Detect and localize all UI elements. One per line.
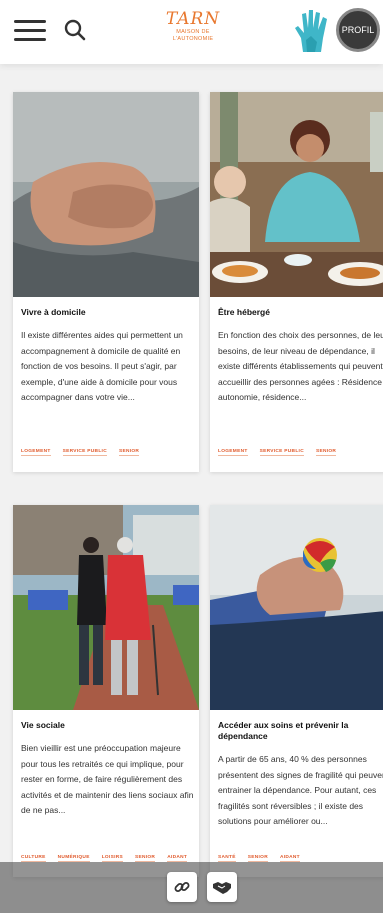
logo-subtitle-1: MAISON DE xyxy=(176,29,210,35)
menu-icon[interactable] xyxy=(14,20,46,42)
logo-subtitle-2: L'AUTONOMIE xyxy=(172,36,214,42)
card-image-holding-hands xyxy=(13,92,199,297)
tag-link[interactable]: SERVICE PUBLIC xyxy=(62,449,107,456)
card-excerpt: En fonction des choix des personnes, de … xyxy=(218,330,383,403)
card-acceder-aux-soins[interactable]: Accéder aux soins et prévenir la dépenda… xyxy=(210,505,383,877)
tag-link[interactable]: LOGEMENT xyxy=(21,449,51,456)
tag-link[interactable]: SANTÉ xyxy=(218,855,236,862)
card-title[interactable]: Accéder aux soins et prévenir la dépenda… xyxy=(218,720,383,742)
partners-button[interactable] xyxy=(207,872,237,902)
tag-link[interactable]: SENIOR xyxy=(134,855,156,862)
tag-link[interactable]: LOISIRS xyxy=(101,855,123,862)
card-image-stress-ball xyxy=(210,505,383,710)
card-vivre-a-domicile[interactable]: Vivre à domicile Il existe différentes a… xyxy=(13,92,199,472)
card-title[interactable]: Vivre à domicile xyxy=(21,307,195,318)
card-excerpt: A partir de 65 ans, 40 % des personnes p… xyxy=(218,754,383,827)
site-logo[interactable]: TARN MAISON DE L'AUTONOMIE xyxy=(152,9,234,57)
header-bar: TARN MAISON DE L'AUTONOMIE PROFIL xyxy=(0,0,383,64)
card-image-walking-couple xyxy=(13,505,199,710)
tag-link[interactable]: SENIOR xyxy=(118,449,140,456)
logo-word: TARN xyxy=(165,9,221,29)
card-title[interactable]: Être hébergé xyxy=(218,307,383,318)
profile-button[interactable]: PROFIL xyxy=(336,8,380,52)
tag-link[interactable]: NUMÉRIQUE xyxy=(57,855,90,862)
link-button[interactable] xyxy=(167,872,197,902)
search-icon[interactable] xyxy=(62,17,88,43)
tag-link[interactable]: SENIOR xyxy=(247,855,268,862)
tag-link[interactable]: AIDANT xyxy=(279,855,300,862)
card-etre-heberge[interactable]: Être hébergé En fonction des choix des p… xyxy=(210,92,383,472)
tag-link[interactable]: SERVICE PUBLIC xyxy=(259,449,304,456)
tag-link[interactable]: CULTURE xyxy=(21,855,46,862)
card-image-care-home-meal xyxy=(210,92,383,297)
card-title[interactable]: Vie sociale xyxy=(21,720,195,731)
card-excerpt: Bien vieillir est une préoccupation maje… xyxy=(21,743,194,816)
link-icon xyxy=(174,882,190,892)
tag-link[interactable]: AIDANT xyxy=(167,855,188,862)
card-tags: CULTURE NUMÉRIQUE LOISIRS SENIOR AIDANT xyxy=(21,855,191,862)
card-tags: SANTÉ SENIOR AIDANT xyxy=(218,855,383,862)
handshake-icon xyxy=(213,882,231,894)
card-tags: LOGEMENT SERVICE PUBLIC SENIOR xyxy=(21,449,191,456)
card-excerpt: Il existe différentes aides qui permette… xyxy=(21,330,183,403)
tag-link[interactable]: LOGEMENT xyxy=(218,449,248,456)
card-vie-sociale[interactable]: Vie sociale Bien vieillir est une préocc… xyxy=(13,505,199,877)
hand-icon xyxy=(295,10,327,52)
card-tags: LOGEMENT SERVICE PUBLIC SENIOR xyxy=(218,449,383,456)
tag-link[interactable]: SENIOR xyxy=(315,449,337,456)
